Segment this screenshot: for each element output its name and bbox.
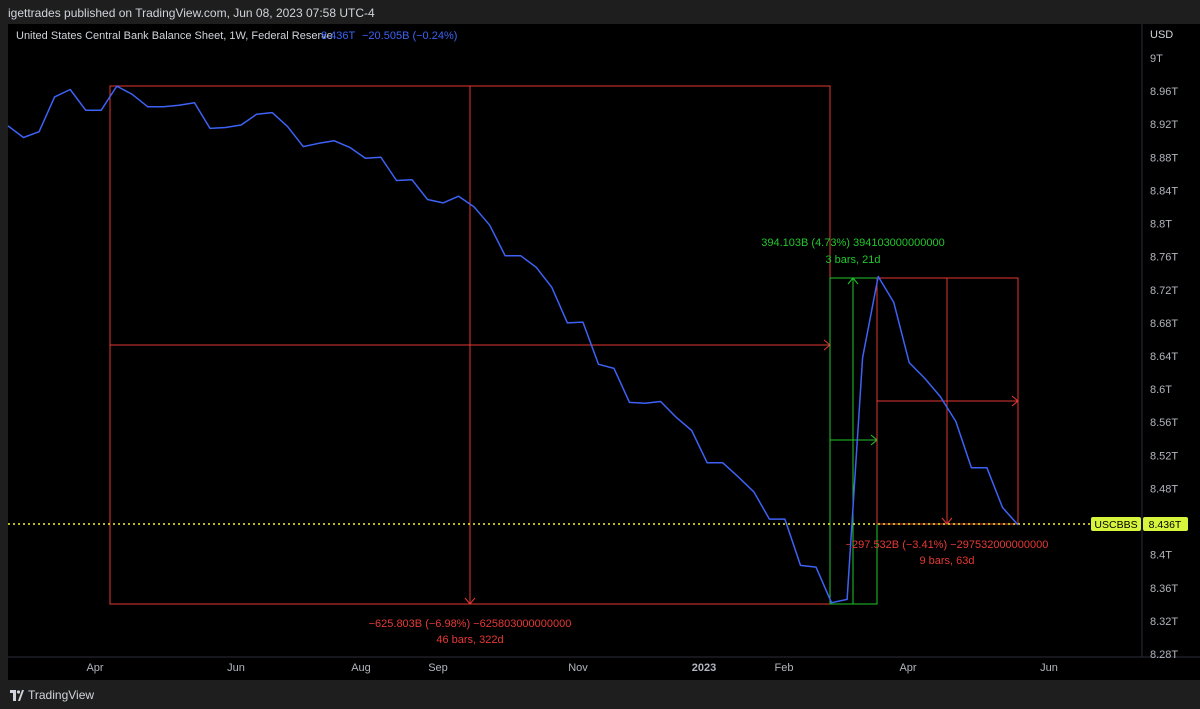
- time-tick-label: Sep: [428, 662, 448, 674]
- price-tick-label: 8.88T: [1150, 152, 1178, 164]
- tradingview-logo-icon: [10, 689, 24, 701]
- price-tick-label: 9T: [1150, 53, 1163, 65]
- legend-title: United States Central Bank Balance Sheet…: [16, 30, 333, 42]
- time-axis-ticks: Apr Jun Aug Sep Nov 2023 Feb Apr Jun: [86, 662, 1057, 674]
- currency-label: USD: [1150, 29, 1173, 41]
- time-tick-label: Apr: [899, 662, 916, 674]
- time-tick-label: Apr: [86, 662, 103, 674]
- footer: TradingView: [0, 680, 1200, 709]
- measure-3-line1: −297.532B (−3.41%) −297532000000000: [846, 539, 1049, 551]
- price-tick-label: 8.96T: [1150, 86, 1178, 98]
- measure-1-line2: 46 bars, 322d: [436, 634, 503, 646]
- price-tick-label: 8.36T: [1150, 583, 1178, 595]
- time-tick-label: Aug: [351, 662, 371, 674]
- symbol-tag-text: USCBBS: [1094, 519, 1137, 531]
- price-tick-label: 8.52T: [1150, 450, 1178, 462]
- legend: United States Central Bank Balance Sheet…: [16, 30, 457, 42]
- price-tick-label: 8.8T: [1150, 219, 1172, 231]
- tradingview-logo[interactable]: TradingView: [10, 688, 94, 702]
- measure-2-line1: 394.103B (4.73%) 394103000000000: [761, 237, 945, 249]
- price-tick-label: 8.28T: [1150, 649, 1178, 661]
- price-tick-label: 8.76T: [1150, 252, 1178, 264]
- time-tick-label: Jun: [227, 662, 245, 674]
- time-tick-label: Jun: [1040, 662, 1058, 674]
- plot-background: [8, 24, 1142, 680]
- last-price-tag: 8.436T: [1143, 517, 1188, 531]
- time-tick-label: Nov: [568, 662, 588, 674]
- time-tick-label: Feb: [775, 662, 794, 674]
- tradingview-brand: TradingView: [28, 688, 95, 702]
- measure-1-line1: −625.803B (−6.98%) −625803000000000: [369, 618, 572, 630]
- price-tick-label: 8.64T: [1150, 351, 1178, 363]
- price-tick-label: 8.72T: [1150, 285, 1178, 297]
- legend-last-value: 8.436T: [321, 30, 356, 42]
- price-tick-label: 8.56T: [1150, 417, 1178, 429]
- measure-3-line2: 9 bars, 63d: [919, 555, 974, 567]
- price-tick-label: 8.48T: [1150, 483, 1178, 495]
- time-tick-label: 2023: [692, 662, 716, 674]
- price-tick-label: 8.4T: [1150, 550, 1172, 562]
- measure-2-line2: 3 bars, 21d: [825, 254, 880, 266]
- price-tick-label: 8.84T: [1150, 185, 1178, 197]
- price-tick-label: 8.92T: [1150, 119, 1178, 131]
- price-tag-text: 8.436T: [1149, 519, 1182, 531]
- legend-change: −20.505B (−0.24%): [362, 30, 457, 42]
- chart[interactable]: United States Central Bank Balance Sheet…: [0, 0, 1200, 680]
- price-tick-label: 8.68T: [1150, 318, 1178, 330]
- symbol-tag: USCBBS: [1091, 517, 1141, 531]
- price-tick-label: 8.32T: [1150, 616, 1178, 628]
- price-tick-label: 8.6T: [1150, 384, 1172, 396]
